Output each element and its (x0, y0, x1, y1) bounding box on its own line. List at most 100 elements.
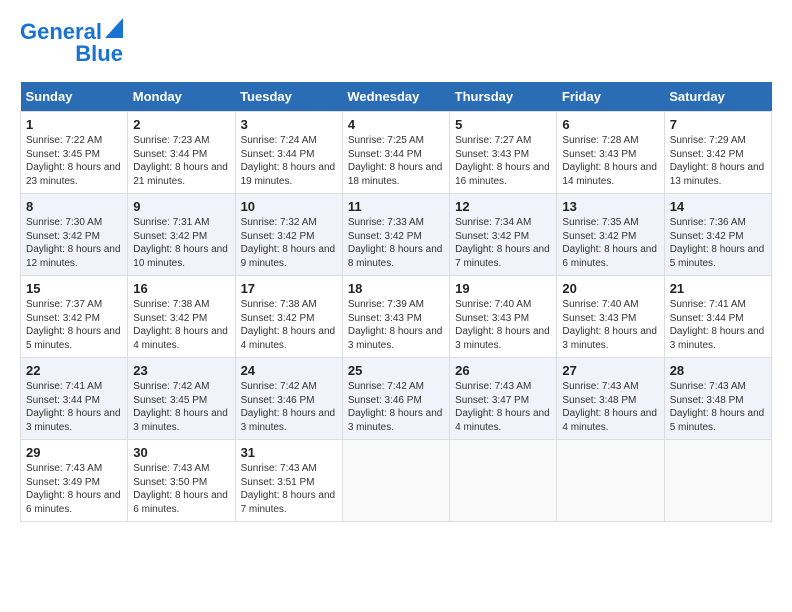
week-row-3: 15 Sunrise: 7:37 AMSunset: 3:42 PMDaylig… (21, 276, 772, 358)
day-cell: 27 Sunrise: 7:43 AMSunset: 3:48 PMDaylig… (557, 358, 664, 440)
day-number: 12 (455, 199, 551, 214)
day-cell: 8 Sunrise: 7:30 AMSunset: 3:42 PMDayligh… (21, 194, 128, 276)
day-cell: 11 Sunrise: 7:33 AMSunset: 3:42 PMDaylig… (342, 194, 449, 276)
day-cell: 1 Sunrise: 7:22 AMSunset: 3:45 PMDayligh… (21, 112, 128, 194)
day-cell: 3 Sunrise: 7:24 AMSunset: 3:44 PMDayligh… (235, 112, 342, 194)
day-number: 22 (26, 363, 122, 378)
logo-text-line2: Blue (75, 42, 123, 66)
week-row-1: 1 Sunrise: 7:22 AMSunset: 3:45 PMDayligh… (21, 112, 772, 194)
day-number: 26 (455, 363, 551, 378)
day-info: Sunrise: 7:29 AMSunset: 3:42 PMDaylight:… (670, 135, 765, 187)
week-row-2: 8 Sunrise: 7:30 AMSunset: 3:42 PMDayligh… (21, 194, 772, 276)
day-info: Sunrise: 7:25 AMSunset: 3:44 PMDaylight:… (348, 135, 443, 187)
day-number: 28 (670, 363, 766, 378)
day-info: Sunrise: 7:24 AMSunset: 3:44 PMDaylight:… (241, 135, 336, 187)
day-number: 21 (670, 281, 766, 296)
day-info: Sunrise: 7:43 AMSunset: 3:51 PMDaylight:… (241, 463, 336, 515)
day-info: Sunrise: 7:27 AMSunset: 3:43 PMDaylight:… (455, 135, 550, 187)
day-cell: 6 Sunrise: 7:28 AMSunset: 3:43 PMDayligh… (557, 112, 664, 194)
day-number: 2 (133, 117, 229, 132)
day-info: Sunrise: 7:38 AMSunset: 3:42 PMDaylight:… (133, 299, 228, 351)
day-info: Sunrise: 7:36 AMSunset: 3:42 PMDaylight:… (670, 217, 765, 269)
day-info: Sunrise: 7:38 AMSunset: 3:42 PMDaylight:… (241, 299, 336, 351)
logo-icon (105, 18, 123, 38)
day-cell (557, 440, 664, 522)
calendar-table: SundayMondayTuesdayWednesdayThursdayFrid… (20, 82, 772, 522)
day-cell: 24 Sunrise: 7:42 AMSunset: 3:46 PMDaylig… (235, 358, 342, 440)
day-number: 17 (241, 281, 337, 296)
day-info: Sunrise: 7:22 AMSunset: 3:45 PMDaylight:… (26, 135, 121, 187)
day-cell (450, 440, 557, 522)
header-cell-thursday: Thursday (450, 82, 557, 112)
day-info: Sunrise: 7:32 AMSunset: 3:42 PMDaylight:… (241, 217, 336, 269)
day-number: 9 (133, 199, 229, 214)
day-info: Sunrise: 7:42 AMSunset: 3:45 PMDaylight:… (133, 381, 228, 433)
day-info: Sunrise: 7:43 AMSunset: 3:48 PMDaylight:… (562, 381, 657, 433)
day-info: Sunrise: 7:41 AMSunset: 3:44 PMDaylight:… (26, 381, 121, 433)
week-row-4: 22 Sunrise: 7:41 AMSunset: 3:44 PMDaylig… (21, 358, 772, 440)
day-info: Sunrise: 7:43 AMSunset: 3:48 PMDaylight:… (670, 381, 765, 433)
header-row: SundayMondayTuesdayWednesdayThursdayFrid… (21, 82, 772, 112)
day-info: Sunrise: 7:30 AMSunset: 3:42 PMDaylight:… (26, 217, 121, 269)
day-cell: 28 Sunrise: 7:43 AMSunset: 3:48 PMDaylig… (664, 358, 771, 440)
day-info: Sunrise: 7:34 AMSunset: 3:42 PMDaylight:… (455, 217, 550, 269)
header-cell-tuesday: Tuesday (235, 82, 342, 112)
day-info: Sunrise: 7:40 AMSunset: 3:43 PMDaylight:… (562, 299, 657, 351)
day-cell: 10 Sunrise: 7:32 AMSunset: 3:42 PMDaylig… (235, 194, 342, 276)
day-cell: 17 Sunrise: 7:38 AMSunset: 3:42 PMDaylig… (235, 276, 342, 358)
day-info: Sunrise: 7:40 AMSunset: 3:43 PMDaylight:… (455, 299, 550, 351)
day-cell: 12 Sunrise: 7:34 AMSunset: 3:42 PMDaylig… (450, 194, 557, 276)
day-info: Sunrise: 7:31 AMSunset: 3:42 PMDaylight:… (133, 217, 228, 269)
header-cell-sunday: Sunday (21, 82, 128, 112)
day-number: 3 (241, 117, 337, 132)
day-number: 15 (26, 281, 122, 296)
header-cell-wednesday: Wednesday (342, 82, 449, 112)
day-cell: 30 Sunrise: 7:43 AMSunset: 3:50 PMDaylig… (128, 440, 235, 522)
day-cell: 9 Sunrise: 7:31 AMSunset: 3:42 PMDayligh… (128, 194, 235, 276)
day-cell: 4 Sunrise: 7:25 AMSunset: 3:44 PMDayligh… (342, 112, 449, 194)
day-number: 8 (26, 199, 122, 214)
day-number: 31 (241, 445, 337, 460)
week-row-5: 29 Sunrise: 7:43 AMSunset: 3:49 PMDaylig… (21, 440, 772, 522)
page-header: General Blue (20, 20, 772, 66)
day-info: Sunrise: 7:23 AMSunset: 3:44 PMDaylight:… (133, 135, 228, 187)
day-cell: 5 Sunrise: 7:27 AMSunset: 3:43 PMDayligh… (450, 112, 557, 194)
day-number: 23 (133, 363, 229, 378)
day-info: Sunrise: 7:43 AMSunset: 3:50 PMDaylight:… (133, 463, 228, 515)
day-info: Sunrise: 7:42 AMSunset: 3:46 PMDaylight:… (348, 381, 443, 433)
day-cell: 14 Sunrise: 7:36 AMSunset: 3:42 PMDaylig… (664, 194, 771, 276)
day-number: 20 (562, 281, 658, 296)
day-number: 7 (670, 117, 766, 132)
day-number: 25 (348, 363, 444, 378)
day-cell (664, 440, 771, 522)
day-number: 24 (241, 363, 337, 378)
day-number: 19 (455, 281, 551, 296)
day-number: 16 (133, 281, 229, 296)
header-cell-friday: Friday (557, 82, 664, 112)
day-cell: 22 Sunrise: 7:41 AMSunset: 3:44 PMDaylig… (21, 358, 128, 440)
day-info: Sunrise: 7:43 AMSunset: 3:49 PMDaylight:… (26, 463, 121, 515)
day-info: Sunrise: 7:39 AMSunset: 3:43 PMDaylight:… (348, 299, 443, 351)
day-info: Sunrise: 7:41 AMSunset: 3:44 PMDaylight:… (670, 299, 765, 351)
day-number: 27 (562, 363, 658, 378)
day-cell: 7 Sunrise: 7:29 AMSunset: 3:42 PMDayligh… (664, 112, 771, 194)
day-cell (342, 440, 449, 522)
day-number: 6 (562, 117, 658, 132)
day-number: 4 (348, 117, 444, 132)
header-cell-monday: Monday (128, 82, 235, 112)
day-number: 5 (455, 117, 551, 132)
day-cell: 13 Sunrise: 7:35 AMSunset: 3:42 PMDaylig… (557, 194, 664, 276)
day-cell: 18 Sunrise: 7:39 AMSunset: 3:43 PMDaylig… (342, 276, 449, 358)
day-cell: 16 Sunrise: 7:38 AMSunset: 3:42 PMDaylig… (128, 276, 235, 358)
day-cell: 23 Sunrise: 7:42 AMSunset: 3:45 PMDaylig… (128, 358, 235, 440)
day-number: 1 (26, 117, 122, 132)
day-info: Sunrise: 7:43 AMSunset: 3:47 PMDaylight:… (455, 381, 550, 433)
day-number: 11 (348, 199, 444, 214)
day-cell: 19 Sunrise: 7:40 AMSunset: 3:43 PMDaylig… (450, 276, 557, 358)
day-info: Sunrise: 7:33 AMSunset: 3:42 PMDaylight:… (348, 217, 443, 269)
day-cell: 31 Sunrise: 7:43 AMSunset: 3:51 PMDaylig… (235, 440, 342, 522)
day-number: 10 (241, 199, 337, 214)
day-cell: 25 Sunrise: 7:42 AMSunset: 3:46 PMDaylig… (342, 358, 449, 440)
day-cell: 15 Sunrise: 7:37 AMSunset: 3:42 PMDaylig… (21, 276, 128, 358)
day-number: 29 (26, 445, 122, 460)
